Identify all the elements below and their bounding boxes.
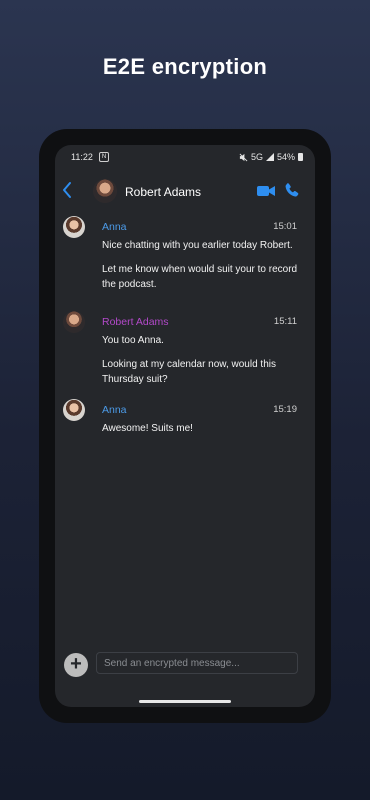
message-body: Nice chatting with you earlier today Rob… [102,238,302,301]
battery-label: 54% [276,152,295,162]
sender-name: Anna [102,221,127,233]
message-line: Looking at my calendar now, would this T… [102,359,276,385]
avatar [63,216,85,238]
status-bar: 11:22 N 5G 54% [55,145,315,169]
message-body: Awesome! Suits me! [102,421,302,445]
status-time: 11:22 [71,152,93,162]
message-line: Awesome! Suits me! [102,423,193,434]
battery-icon [298,153,303,161]
sender-name: Robert Adams [102,316,169,328]
composer: + [55,648,315,688]
avatar [63,311,85,333]
network-label: 5G [250,152,263,162]
message-line: You too Anna. [102,335,164,346]
message-line: Let me know when would suit your to reco… [102,264,298,290]
back-arrow-icon[interactable] [61,181,73,199]
phone-frame: 11:22 N 5G 54% Robert Adams Anna 15:01 N… [39,129,331,723]
message-time: 15:01 [273,221,297,232]
message-line: Nice chatting with you earlier today Rob… [102,240,293,251]
signal-icon [265,153,274,161]
message-time: 15:11 [273,316,297,327]
contact-avatar[interactable] [93,179,117,203]
chat-screen: 11:22 N 5G 54% Robert Adams Anna 15:01 N… [55,145,315,707]
video-call-icon[interactable] [256,183,276,199]
avatar [63,399,85,421]
mute-icon [239,153,248,161]
message-body: You too Anna. Looking at my calendar now… [102,333,302,396]
home-indicator[interactable] [139,700,231,703]
add-attachment-button[interactable]: + [64,653,88,677]
notification-badge: N [99,152,109,162]
chat-header: Robert Adams [55,171,315,211]
message-input[interactable] [96,652,298,674]
status-right: 5G 54% [239,152,303,162]
sender-name: Anna [102,404,127,416]
phone-call-icon[interactable] [284,182,300,198]
message-time: 15:19 [273,404,297,415]
contact-name[interactable]: Robert Adams [125,185,201,199]
headline: E2E encryption [102,54,268,79]
